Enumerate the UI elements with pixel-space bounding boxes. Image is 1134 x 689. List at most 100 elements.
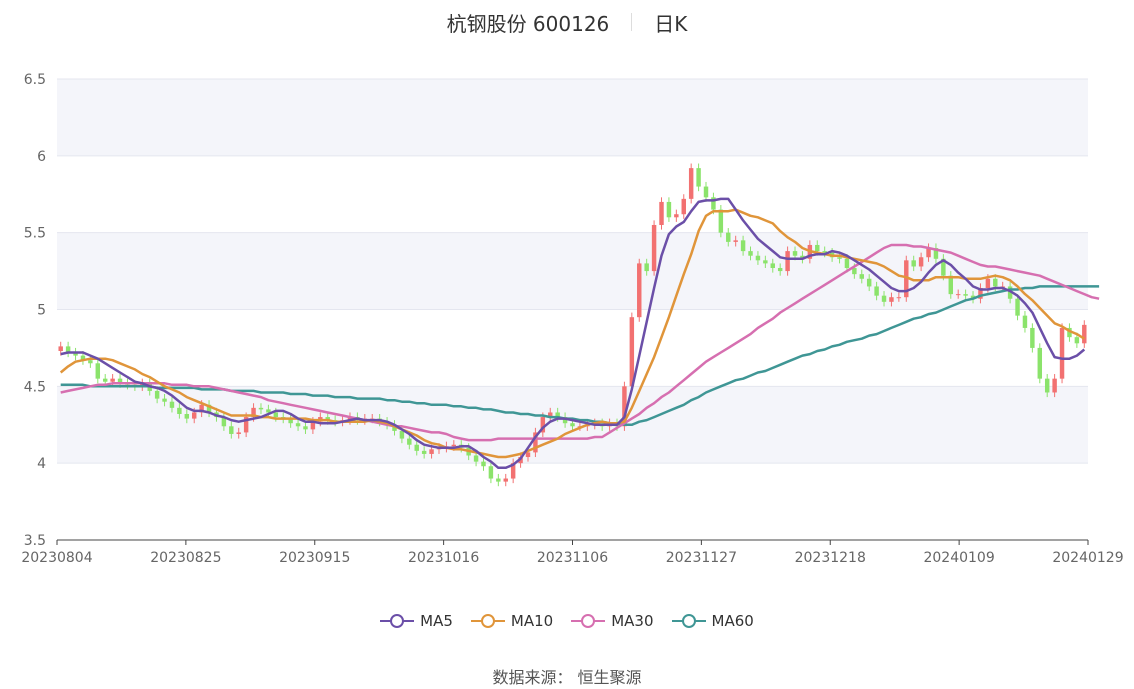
candle-body: [674, 214, 679, 218]
x-axis: 20230804 20230825 20230915 20231016 20231106…: [21, 539, 1124, 566]
candle-body: [859, 274, 864, 279]
candle-body: [955, 294, 961, 296]
x-tick-label: 20230825: [150, 550, 221, 566]
x-tick-label: 20240109: [923, 550, 994, 566]
legend-marker-icon: [470, 613, 505, 629]
candle-body: [792, 251, 798, 256]
x-tick-label: 20231106: [537, 550, 608, 566]
candle-body: [918, 257, 924, 267]
candle-body: [1074, 337, 1080, 344]
candle-body: [102, 378, 108, 382]
candle-body: [1082, 324, 1087, 344]
candle-body: [496, 478, 501, 482]
candle-body: [763, 260, 768, 264]
y-tick-label: 5: [37, 303, 46, 319]
candle-body: [755, 255, 761, 261]
candle-body: [696, 168, 701, 187]
legend-item-ma10[interactable]: MA10: [470, 612, 554, 630]
y-tick-label: 3.5: [24, 533, 46, 549]
candle-body: [1052, 378, 1057, 393]
candlestick-chart: 3.5 4 4.5 5 5.5 6 6.5 20230804 20230825 20230915…: [21, 72, 1124, 566]
candle-body: [258, 407, 264, 410]
y-tick-label: 4.5: [24, 379, 46, 395]
chart-legend: MA5 MA10 MA30 MA60: [0, 612, 1134, 630]
candle-body: [169, 401, 175, 408]
legend-item-ma5[interactable]: MA5: [380, 612, 453, 630]
candle-body: [503, 478, 508, 482]
candle-body: [911, 260, 916, 267]
grid-band: [57, 79, 1088, 156]
candle-body: [874, 286, 879, 296]
candle-body: [473, 455, 479, 462]
candle-body: [948, 275, 954, 295]
candle-body: [451, 444, 457, 447]
candle-body: [229, 426, 234, 434]
y-tick-label: 6.5: [24, 72, 46, 88]
candle-body: [688, 168, 694, 199]
candle-body: [154, 390, 160, 399]
candle-body: [303, 426, 308, 430]
legend-marker-icon: [380, 613, 415, 629]
candle-body: [95, 363, 101, 379]
candle-body: [88, 360, 93, 364]
candle-body: [1015, 298, 1020, 316]
x-tick-label: 20230915: [279, 550, 350, 566]
candle-body: [1044, 378, 1050, 393]
legend-marker-icon: [671, 613, 706, 629]
candle-body: [785, 251, 790, 272]
candle-body: [429, 449, 434, 454]
candle-body: [703, 186, 709, 198]
candle-body: [488, 466, 494, 479]
candle-body: [273, 412, 279, 418]
x-tick-label: 20231218: [795, 550, 866, 566]
candle-body: [177, 407, 182, 414]
grid-bands: [57, 79, 1088, 464]
candle-body: [777, 268, 783, 272]
candle-body: [726, 232, 731, 242]
candle-body: [985, 278, 991, 288]
candle-body: [718, 209, 724, 233]
x-tick-label: 20231016: [408, 550, 479, 566]
candle-body: [651, 224, 657, 272]
y-tick-label: 5.5: [24, 226, 46, 242]
candle-body: [770, 263, 775, 269]
candle-body: [844, 258, 850, 269]
candle-body: [993, 278, 998, 287]
candle-body: [881, 295, 887, 302]
legend-label: MA5: [420, 612, 453, 630]
y-tick-label: 6: [37, 149, 46, 165]
x-tick-label: 20230804: [21, 550, 92, 566]
legend-label: MA30: [611, 612, 654, 630]
candle-body: [421, 450, 427, 454]
legend-marker-icon: [571, 613, 606, 629]
candle-body: [681, 198, 686, 215]
grid-band: [57, 232, 1088, 310]
legend-item-ma30[interactable]: MA30: [571, 612, 654, 630]
candle-body: [570, 423, 575, 427]
candle-body: [1059, 327, 1065, 379]
legend-item-ma60[interactable]: MA60: [671, 612, 754, 630]
candle-body: [866, 278, 872, 287]
candle-body: [525, 452, 531, 458]
candle-body: [963, 294, 968, 296]
candle-body: [481, 461, 486, 467]
candle-body: [889, 297, 894, 302]
y-axis: 3.5 4 4.5 5 5.5 6 6.5: [24, 72, 46, 549]
candle-body: [162, 398, 167, 402]
candle-body: [184, 413, 190, 419]
legend-label: MA60: [711, 612, 754, 630]
candle-body: [1022, 315, 1028, 328]
candle-body: [896, 297, 902, 299]
legend-label: MA10: [510, 612, 554, 630]
x-tick-label: 20231127: [666, 550, 737, 566]
candle-body: [1030, 327, 1035, 348]
candle-body: [414, 444, 419, 451]
candle-body: [399, 430, 405, 439]
y-tick-label: 4: [37, 456, 46, 472]
data-source: 数据来源： 恒生聚源: [492, 668, 642, 687]
candle-body: [110, 378, 115, 382]
candle-body: [644, 263, 649, 272]
candle-body: [236, 432, 241, 434]
candle-body: [191, 412, 197, 419]
x-tick-label: 20240129: [1052, 550, 1123, 566]
